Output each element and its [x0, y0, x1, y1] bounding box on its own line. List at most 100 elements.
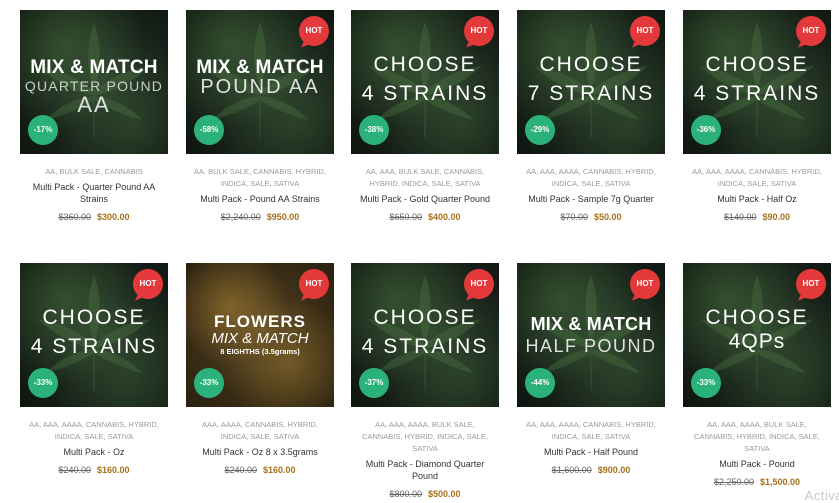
category-link[interactable]: SATIVA: [605, 432, 631, 441]
category-link[interactable]: HYBRID: [737, 432, 765, 441]
category-link[interactable]: CANNABIS: [444, 167, 482, 176]
product-image[interactable]: FLOWERS MIX & MATCH 8 EIGHTHS (3.5grams)…: [186, 263, 334, 407]
product-image[interactable]: CHOOSE 4 STRAINS HOT -38%: [351, 10, 499, 154]
category-link[interactable]: HYBRID: [405, 432, 433, 441]
category-link[interactable]: AA: [366, 167, 376, 176]
category-link[interactable]: AAA: [43, 420, 58, 429]
category-link[interactable]: BULK SALE: [208, 167, 249, 176]
product-name-link[interactable]: Multi Pack - Oz 8 x 3.5grams: [186, 446, 334, 458]
category-link[interactable]: AAA: [721, 420, 736, 429]
product-image[interactable]: CHOOSE 4QPs HOT -33%: [683, 263, 831, 407]
category-link[interactable]: INDICA: [552, 432, 577, 441]
category-link[interactable]: INDICA: [221, 179, 246, 188]
category-link[interactable]: HYBRID: [369, 179, 397, 188]
product-image[interactable]: CHOOSE 7 STRAINS HOT -29%: [517, 10, 665, 154]
category-link[interactable]: SALE: [467, 432, 486, 441]
category-link[interactable]: AAAA: [62, 420, 82, 429]
category-link[interactable]: BULK SALE: [764, 420, 805, 429]
product-name-link[interactable]: Multi Pack - Pound AA Strains: [186, 193, 334, 205]
category-link[interactable]: HYBRID: [296, 167, 324, 176]
category-link[interactable]: INDICA: [718, 179, 743, 188]
image-subtitle: 4 STRAINS: [361, 335, 489, 358]
product-card: CHOOSE 4 STRAINS HOT -38% AA, AAA, BULK …: [351, 10, 499, 222]
sale-price: $400.00: [428, 212, 461, 222]
category-link[interactable]: SALE: [581, 179, 600, 188]
category-link[interactable]: INDICA: [55, 432, 80, 441]
category-link[interactable]: SALE: [581, 432, 600, 441]
category-link[interactable]: CANNABIS: [583, 420, 621, 429]
category-link[interactable]: AAA: [389, 420, 404, 429]
category-link[interactable]: AA: [29, 420, 39, 429]
category-link[interactable]: AAA: [706, 167, 721, 176]
category-link[interactable]: AAAA: [559, 167, 579, 176]
category-link[interactable]: AA: [707, 420, 717, 429]
product-name-link[interactable]: Multi Pack - Diamond Quarter Pound: [351, 458, 499, 482]
product-name-link[interactable]: Multi Pack - Half Pound: [517, 446, 665, 458]
product-image[interactable]: CHOOSE 4 STRAINS HOT -33%: [20, 263, 168, 407]
product-image[interactable]: MIX & MATCH POUND AA HOT -58%: [186, 10, 334, 154]
category-link[interactable]: CANNABIS: [694, 432, 732, 441]
category-link[interactable]: AAAA: [559, 420, 579, 429]
category-link[interactable]: CANNABIS: [362, 432, 400, 441]
category-link[interactable]: SATIVA: [412, 444, 438, 453]
product-image[interactable]: MIX & MATCH QUARTER POUND AA -17%: [20, 10, 168, 154]
category-link[interactable]: AAAA: [221, 420, 241, 429]
category-link[interactable]: AAA: [380, 167, 395, 176]
category-link[interactable]: HYBRID: [791, 167, 819, 176]
category-link[interactable]: AAAA: [740, 420, 760, 429]
category-link[interactable]: HYBRID: [288, 420, 316, 429]
category-link[interactable]: SATIVA: [605, 179, 631, 188]
category-link[interactable]: INDICA: [552, 179, 577, 188]
category-link[interactable]: SALE: [432, 179, 451, 188]
category-link[interactable]: CANNABIS: [583, 167, 621, 176]
category-link[interactable]: CANNABIS: [86, 420, 124, 429]
category-link[interactable]: HYBRID: [128, 420, 156, 429]
category-link[interactable]: SALE: [250, 179, 269, 188]
category-link[interactable]: AAAA: [408, 420, 428, 429]
product-card: MIX & MATCH POUND AA HOT -58% AA, BULK S…: [186, 10, 334, 222]
category-link[interactable]: SALE: [250, 432, 269, 441]
category-link[interactable]: BULK SALE: [399, 167, 440, 176]
category-link[interactable]: AA: [526, 420, 536, 429]
product-name-link[interactable]: Multi Pack - Gold Quarter Pound: [351, 193, 499, 205]
category-link[interactable]: AA: [45, 167, 55, 176]
product-image[interactable]: MIX & MATCH HALF POUND HOT -44%: [517, 263, 665, 407]
category-link[interactable]: INDICA: [402, 179, 427, 188]
category-link[interactable]: CANNABIS: [749, 167, 787, 176]
category-link[interactable]: SATIVA: [108, 432, 134, 441]
category-link[interactable]: AA: [692, 167, 702, 176]
category-link[interactable]: BULK SALE: [59, 167, 100, 176]
category-link[interactable]: SATIVA: [744, 444, 770, 453]
image-subtitle: 7 STRAINS: [527, 82, 655, 105]
product-image[interactable]: CHOOSE 4 STRAINS HOT -37%: [351, 263, 499, 407]
category-link[interactable]: AA: [526, 167, 536, 176]
product-name-link[interactable]: Multi Pack - Quarter Pound AA Strains: [20, 181, 168, 205]
product-name-link[interactable]: Multi Pack - Sample 7g Quarter: [517, 193, 665, 205]
category-link[interactable]: SATIVA: [771, 179, 797, 188]
category-link[interactable]: CANNABIS: [245, 420, 283, 429]
product-name-link[interactable]: Multi Pack - Oz: [20, 446, 168, 458]
category-link[interactable]: SATIVA: [455, 179, 481, 188]
product-image[interactable]: CHOOSE 4 STRAINS HOT -36%: [683, 10, 831, 154]
category-link[interactable]: SALE: [799, 432, 818, 441]
category-link[interactable]: INDICA: [769, 432, 794, 441]
product-name-link[interactable]: Multi Pack - Half Oz: [683, 193, 831, 205]
category-link[interactable]: AAA: [202, 420, 217, 429]
category-link[interactable]: AAA: [540, 167, 555, 176]
category-link[interactable]: SATIVA: [274, 432, 300, 441]
category-link[interactable]: SATIVA: [274, 179, 300, 188]
category-link[interactable]: HYBRID: [625, 167, 653, 176]
category-link[interactable]: AAAA: [725, 167, 745, 176]
category-link[interactable]: SALE: [747, 179, 766, 188]
category-link[interactable]: AAA: [540, 420, 555, 429]
category-link[interactable]: SALE: [84, 432, 103, 441]
category-link[interactable]: HYBRID: [625, 420, 653, 429]
category-link[interactable]: AA: [375, 420, 385, 429]
category-link[interactable]: INDICA: [437, 432, 462, 441]
category-link[interactable]: CANNABIS: [104, 167, 142, 176]
category-link[interactable]: AA: [194, 167, 204, 176]
category-link[interactable]: CANNABIS: [253, 167, 291, 176]
product-name-link[interactable]: Multi Pack - Pound: [683, 458, 831, 470]
category-link[interactable]: BULK SALE: [432, 420, 473, 429]
category-link[interactable]: INDICA: [221, 432, 246, 441]
